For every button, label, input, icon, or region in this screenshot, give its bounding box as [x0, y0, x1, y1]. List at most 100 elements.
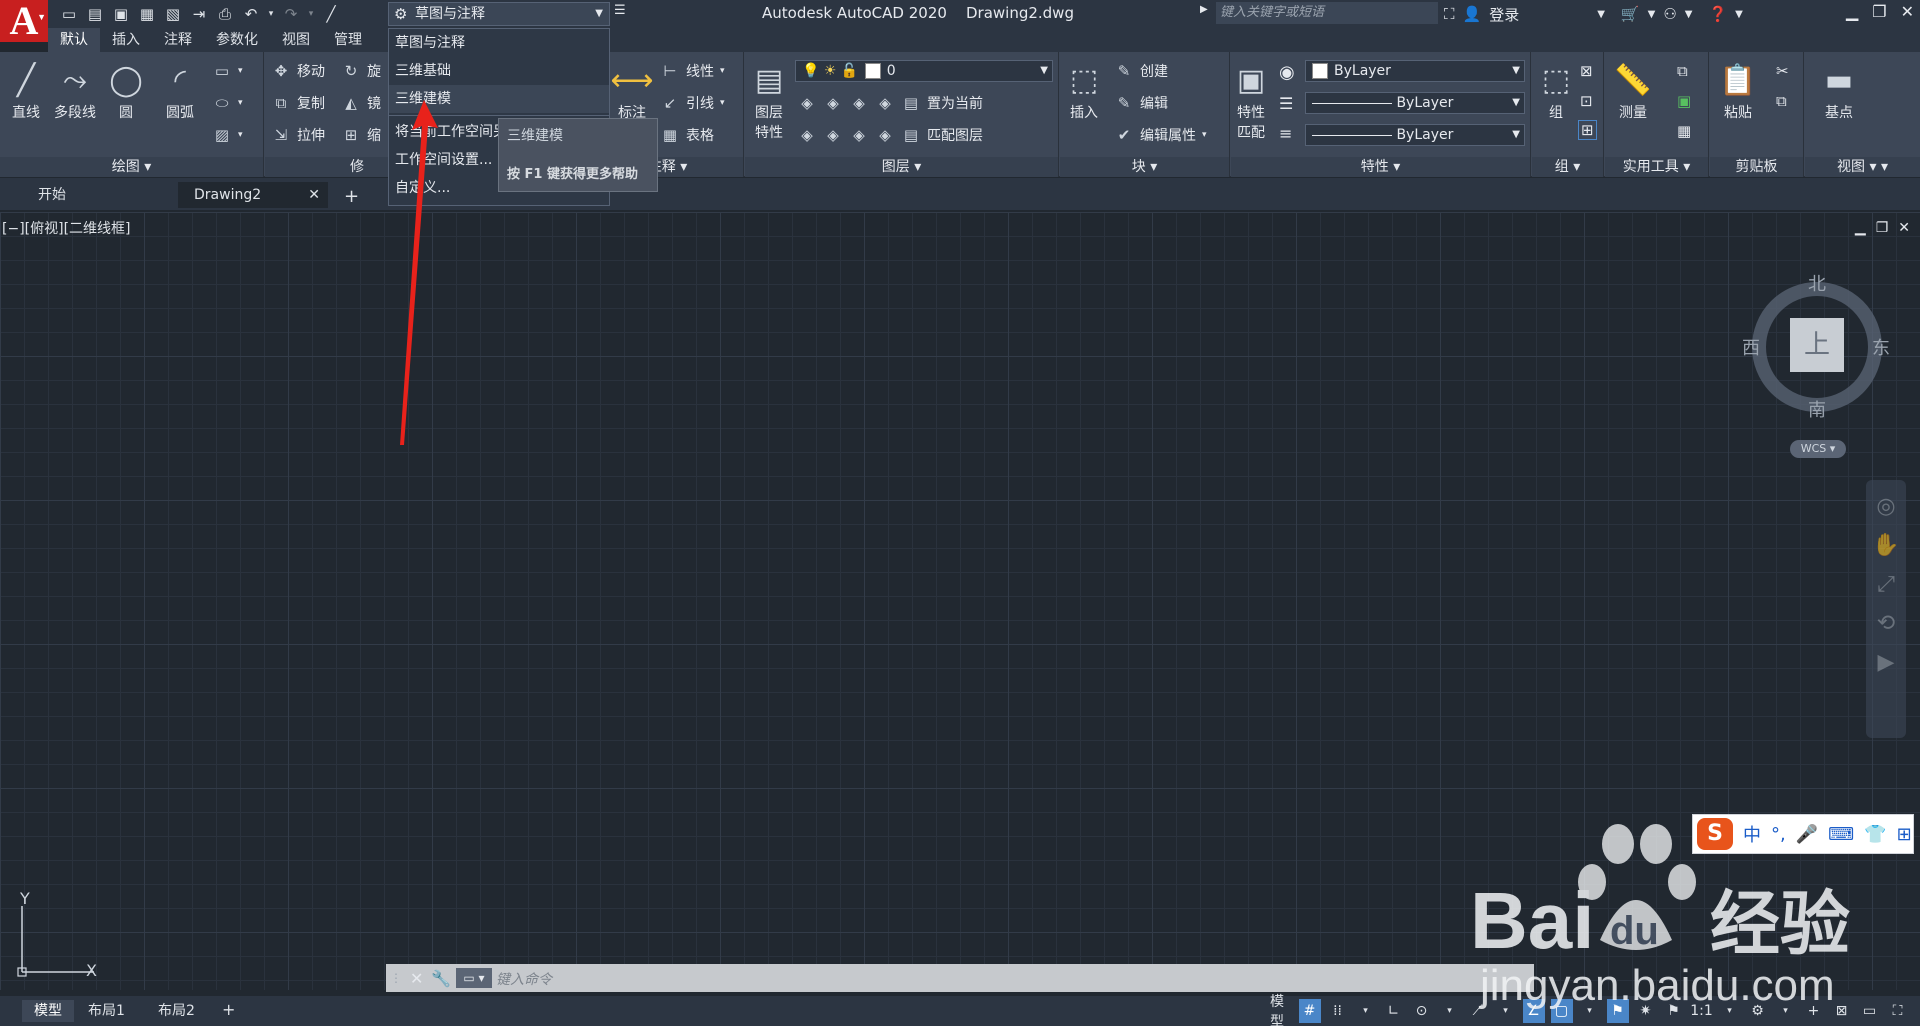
match-properties-button[interactable]: ▣ 特性 匹配	[1231, 58, 1271, 142]
edit-block-button[interactable]: ✎ 编辑	[1114, 92, 1168, 114]
polyline-button[interactable]: ⤳ 多段线	[54, 58, 96, 122]
steering-wheel-icon[interactable]: ◎	[1876, 494, 1895, 519]
layer-tool-icon[interactable]: ◈	[823, 93, 843, 113]
ortho-icon[interactable]: ∟	[1383, 999, 1405, 1023]
circle-button[interactable]: ◯ 圆	[106, 58, 146, 122]
calculator-icon[interactable]: ▦	[1677, 122, 1691, 140]
line-button[interactable]: ╱ 直线	[6, 58, 46, 122]
tab-default[interactable]: 默认	[48, 28, 100, 52]
hamburger-menu-icon[interactable]: ☰	[1915, 999, 1920, 1023]
redo-dropdown-icon[interactable]: ▾	[306, 3, 316, 25]
layer-tool-icon[interactable]: ◈	[849, 125, 869, 145]
edit-attributes-button[interactable]: ✔ 编辑属性 ▾	[1114, 124, 1207, 146]
workspace-select[interactable]: ⚙ 草图与注释 ▼	[388, 2, 610, 26]
cart-icon[interactable]: 🛒	[1621, 5, 1640, 23]
tab-parametric[interactable]: 参数化	[204, 28, 270, 52]
panel-title-utilities[interactable]: 实用工具 ▾	[1605, 157, 1708, 177]
save-icon[interactable]: ▣	[110, 3, 132, 25]
move-button[interactable]: ✥ 移动	[271, 60, 325, 82]
layer-tool-icon[interactable]: ◈	[875, 125, 895, 145]
layer-tool-icon[interactable]: ◈	[875, 93, 895, 113]
add-tab-icon[interactable]: +	[344, 186, 359, 207]
linear-button[interactable]: ⊢ 线性 ▾	[660, 60, 724, 82]
color-select[interactable]: ByLayer ▼	[1305, 60, 1525, 82]
expand-triangle-icon[interactable]: ▶	[1200, 4, 1208, 15]
new-file-icon[interactable]: ▭	[58, 3, 80, 25]
add-layout-icon[interactable]: +	[222, 1000, 235, 1019]
grid-icon[interactable]: #	[1298, 999, 1321, 1023]
line-tool-icon[interactable]: ╱	[320, 3, 342, 25]
search-input[interactable]: 键入关键字或短语	[1216, 2, 1438, 24]
lineweight-select[interactable]: ByLayer ▼	[1305, 124, 1525, 146]
layer-select[interactable]: 💡 ☀ 🔓 0 ▼	[795, 60, 1053, 82]
measure-button[interactable]: 📏 测量	[1613, 58, 1653, 122]
login-dropdown-icon[interactable]: ▼	[1597, 9, 1605, 20]
select-icon[interactable]: ▣	[1677, 92, 1691, 110]
panel-title-clipboard[interactable]: 剪贴板	[1710, 157, 1803, 177]
linetype-select[interactable]: ByLayer ▼	[1305, 92, 1525, 114]
base-view-button[interactable]: ▬ 基点	[1819, 58, 1859, 122]
redo-icon[interactable]: ↷	[280, 3, 302, 25]
export-icon[interactable]: ⇥	[188, 3, 210, 25]
chevron-down-icon[interactable]: ▾	[1355, 999, 1377, 1023]
copy-clip-icon[interactable]: ⧉	[1776, 92, 1787, 110]
panel-title-groups[interactable]: 组 ▾	[1532, 157, 1603, 177]
tab-view[interactable]: 视图	[270, 28, 322, 52]
command-history-icon[interactable]: ▭ ▾	[456, 968, 492, 988]
app-menu-button[interactable]: A ▼	[0, 0, 48, 42]
skin-icon[interactable]: 👕	[1864, 824, 1886, 845]
close-icon[interactable]: ✕	[308, 182, 320, 208]
user-icon[interactable]: 👤	[1463, 5, 1482, 23]
paste-button[interactable]: 📋 粘贴	[1718, 58, 1758, 122]
save-as-icon[interactable]: ▦	[136, 3, 158, 25]
toolbox-icon[interactable]: ⊞	[1897, 824, 1912, 845]
customize-qat-icon[interactable]: ☰	[614, 3, 626, 18]
layer-properties-button[interactable]: ▤ 图层 特性	[749, 58, 789, 142]
stretch-button[interactable]: ⇲ 拉伸	[271, 124, 325, 146]
binoculars-icon[interactable]: ⛶	[1444, 5, 1455, 23]
group-select-icon[interactable]: ⊞	[1578, 120, 1597, 140]
panel-title-block[interactable]: 块 ▾	[1060, 157, 1229, 177]
cart-dropdown-icon[interactable]: ▼	[1648, 9, 1656, 20]
rectangle-button[interactable]: ▭ ▾	[212, 60, 243, 82]
connect-icon[interactable]: ⚇	[1663, 5, 1676, 23]
match-layer-button[interactable]: 匹配图层	[927, 125, 983, 145]
close-icon[interactable]: ✕	[1898, 220, 1910, 236]
login-label[interactable]: 登录	[1489, 4, 1519, 25]
arc-button[interactable]: ◜ 圆弧	[160, 58, 200, 122]
connect-dropdown-icon[interactable]: ▼	[1685, 9, 1693, 20]
layer-tool-icon[interactable]: ◈	[797, 125, 817, 145]
chevron-down-icon[interactable]: ▾	[1439, 999, 1461, 1023]
ungroup-icon[interactable]: ⊠	[1580, 62, 1593, 80]
model-space-button[interactable]: 模型	[1270, 994, 1293, 1026]
minimize-icon[interactable]: ▁	[1846, 2, 1858, 21]
panel-title-properties[interactable]: 特性 ▾	[1231, 157, 1530, 177]
help-dropdown-icon[interactable]: ▼	[1735, 9, 1743, 20]
panel-title-layers[interactable]: 图层 ▾	[745, 157, 1058, 177]
layout-tab-1[interactable]: 布局1	[76, 1000, 137, 1022]
undo-dropdown-icon[interactable]: ▾	[266, 3, 276, 25]
menu-item-drafting[interactable]: 草图与注释	[389, 29, 609, 57]
utility-icon[interactable]: ⧉	[1677, 62, 1688, 80]
layout-tab-2[interactable]: 布局2	[146, 1000, 207, 1022]
restore-icon[interactable]: ❐	[1876, 220, 1889, 236]
panel-title-modify[interactable]: 修	[265, 157, 389, 177]
panel-title-view[interactable]: 视图 ▾ ▾	[1805, 157, 1920, 177]
compass-east[interactable]: 东	[1872, 334, 1890, 360]
keyboard-icon[interactable]: ⌨	[1828, 824, 1854, 845]
close-icon[interactable]: ✕	[1901, 2, 1914, 21]
help-icon[interactable]: ❓	[1708, 5, 1727, 23]
pan-hand-icon[interactable]: ✋	[1872, 533, 1899, 558]
compass-west[interactable]: 西	[1742, 334, 1760, 360]
wcs-menu[interactable]: WCS ▾	[1790, 440, 1846, 458]
polar-icon[interactable]: ⊙	[1411, 999, 1433, 1023]
print-icon[interactable]: ⎙	[214, 3, 236, 25]
zoom-icon[interactable]: ⤢	[1877, 572, 1895, 597]
close-command-icon[interactable]: ✕	[410, 969, 423, 988]
group-button[interactable]: ⬚ 组	[1536, 58, 1576, 122]
menu-item-3d-basics[interactable]: 三维基础	[389, 57, 609, 85]
undo-icon[interactable]: ↶	[240, 3, 262, 25]
snap-icon[interactable]: ⁞⁞	[1327, 999, 1349, 1023]
grip-icon[interactable]: ⋮	[390, 971, 402, 985]
plot-file-icon[interactable]: ▧	[162, 3, 184, 25]
